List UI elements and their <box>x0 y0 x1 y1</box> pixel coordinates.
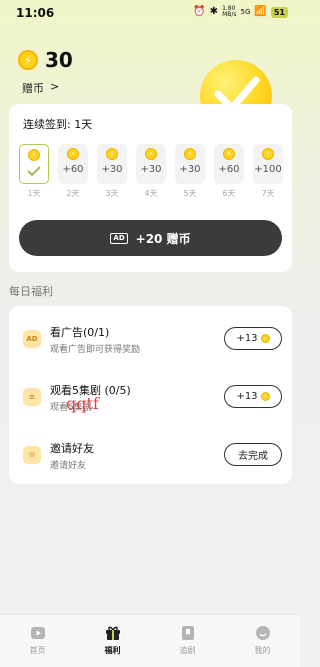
signin-day-box: ⚡ +30 <box>175 144 205 184</box>
watermark: qqtf <box>66 394 99 413</box>
signin-day-2[interactable]: ⚡ +60 2天 <box>58 144 88 199</box>
task-name: 看广告(0/1) <box>50 326 110 339</box>
signin-days: ⚡ 1天 ⚡ +60 2天 ⚡ +30 3天 ⚡ +30 4天 ⚡ +30 5天… <box>19 144 283 199</box>
task-row-watch-ad: AD 看广告(0/1) 观看广告即可获得奖励 +13 ⚡ <box>9 310 292 366</box>
task-reward-button[interactable]: +13 ⚡ <box>224 327 282 350</box>
tab-follow[interactable]: 追剧 <box>150 615 225 667</box>
bluetooth-icon: ✱ <box>209 6 219 17</box>
signin-day-3[interactable]: ⚡ +30 3天 <box>97 144 127 199</box>
chevron-right-icon: > <box>50 80 60 93</box>
signin-day-box: ⚡ +100 <box>253 144 283 184</box>
tab-profile[interactable]: 我的 <box>225 615 300 667</box>
signin-day-box: ⚡ +60 <box>58 144 88 184</box>
coin-icon: ⚡ <box>262 148 274 160</box>
gift-icon <box>105 626 120 640</box>
day-amount: +30 <box>101 164 123 175</box>
signin-day-box: ⚡ <box>19 144 49 184</box>
day-label: 5天 <box>183 189 197 198</box>
signin-day-5[interactable]: ⚡ +30 5天 <box>175 144 205 199</box>
profile-icon <box>255 626 270 640</box>
coin-icon: ⚡ <box>260 334 270 343</box>
status-bar: 11:06 ⏰ ✱ 1.80 MB/s 5G 📶 51 <box>0 0 300 26</box>
tab-label: 我的 <box>254 646 271 655</box>
tab-label: 追剧 <box>179 646 196 655</box>
bottom-tab-bar: 首页 福利 追剧 我的 <box>0 614 300 667</box>
mail-icon: ✉ <box>23 446 41 464</box>
coin-icon: ⚡ <box>28 149 40 161</box>
day-amount: +60 <box>62 164 84 175</box>
coin-balance: ⚡ 30 <box>18 48 73 72</box>
daily-tasks-card: AD 看广告(0/1) 观看广告即可获得奖励 +13 ⚡ ≡ 观看5集剧 (0/… <box>9 306 292 484</box>
day-amount: +60 <box>218 164 240 175</box>
reward-amount: +13 <box>236 333 258 344</box>
coin-label: 赠币 <box>22 82 44 95</box>
day-label: 3天 <box>105 189 119 198</box>
bookmark-icon <box>181 626 194 640</box>
watch-ad-button[interactable]: AD +20 赠币 <box>19 220 282 256</box>
coin-icon: ⚡ <box>260 392 270 401</box>
stack-icon: ≡ <box>23 388 41 406</box>
task-desc: 邀请好友 <box>50 461 87 471</box>
day-label: 2天 <box>66 189 80 198</box>
task-reward-button[interactable]: +13 ⚡ <box>224 385 282 408</box>
signin-title: 连续签到: 1天 <box>23 118 93 131</box>
coin-icon: ⚡ <box>106 148 118 160</box>
coin-icon: ⚡ <box>184 148 196 160</box>
ad-icon: AD <box>110 232 128 244</box>
checkmark-icon <box>27 166 41 176</box>
net-speed: 1.80 MB/s <box>222 6 236 18</box>
play-icon <box>30 627 45 639</box>
tab-label: 福利 <box>104 646 121 655</box>
day-amount: +30 <box>140 164 162 175</box>
task-name: 邀请好友 <box>50 442 94 455</box>
coin-icon: ⚡ <box>145 148 157 160</box>
coin-icon: ⚡ <box>223 148 235 160</box>
task-row-watch-episodes: ≡ 观看5集剧 (0/5) 观看5集剧 +13 ⚡ <box>9 368 292 424</box>
signin-day-7[interactable]: ⚡ +100 7天 <box>253 144 283 199</box>
coin-icon: ⚡ <box>67 148 79 160</box>
complete-label: 去完成 <box>238 451 268 462</box>
day-label: 4天 <box>144 189 158 198</box>
watch-ad-label: +20 赠币 <box>135 231 191 246</box>
balance-value: 30 <box>45 48 73 72</box>
signin-day-box: ⚡ +30 <box>97 144 127 184</box>
task-complete-button[interactable]: 去完成 <box>224 443 282 466</box>
daily-section-title: 每日福利 <box>9 285 53 298</box>
day-label: 6天 <box>222 189 236 198</box>
coin-icon: ⚡ <box>18 50 38 70</box>
coin-detail-link[interactable]: 赠币 > <box>22 80 59 96</box>
task-row-invite-friends: ✉ 邀请好友 邀请好友 去完成 <box>9 426 292 482</box>
tab-label: 首页 <box>29 646 46 655</box>
day-amount: +100 <box>254 164 282 175</box>
signin-card: 连续签到: 1天 ⚡ 1天 ⚡ +60 2天 ⚡ +30 3天 ⚡ +30 4天… <box>9 104 292 272</box>
signin-day-box: ⚡ +60 <box>214 144 244 184</box>
network-type: 5G <box>240 8 251 16</box>
net-speed-unit: MB/s <box>222 11 237 18</box>
signin-day-6[interactable]: ⚡ +60 6天 <box>214 144 244 199</box>
wifi-icon: 📶 <box>254 6 267 17</box>
status-icons: ⏰ ✱ 1.80 MB/s 5G 📶 51 <box>193 6 288 18</box>
signin-day-box: ⚡ +30 <box>136 144 166 184</box>
day-label: 7天 <box>261 189 275 198</box>
battery-indicator: 51 <box>270 6 288 18</box>
day-amount: +30 <box>179 164 201 175</box>
tab-home[interactable]: 首页 <box>0 615 75 667</box>
task-desc: 观看广告即可获得奖励 <box>50 345 141 355</box>
status-time: 11:06 <box>16 6 55 20</box>
signin-day-1[interactable]: ⚡ 1天 <box>19 144 49 199</box>
ad-icon: AD <box>23 330 41 348</box>
tab-benefits[interactable]: 福利 <box>75 615 150 667</box>
alarm-icon: ⏰ <box>193 6 206 17</box>
day-label: 1天 <box>27 189 41 198</box>
reward-amount: +13 <box>236 391 258 402</box>
signin-day-4[interactable]: ⚡ +30 4天 <box>136 144 166 199</box>
